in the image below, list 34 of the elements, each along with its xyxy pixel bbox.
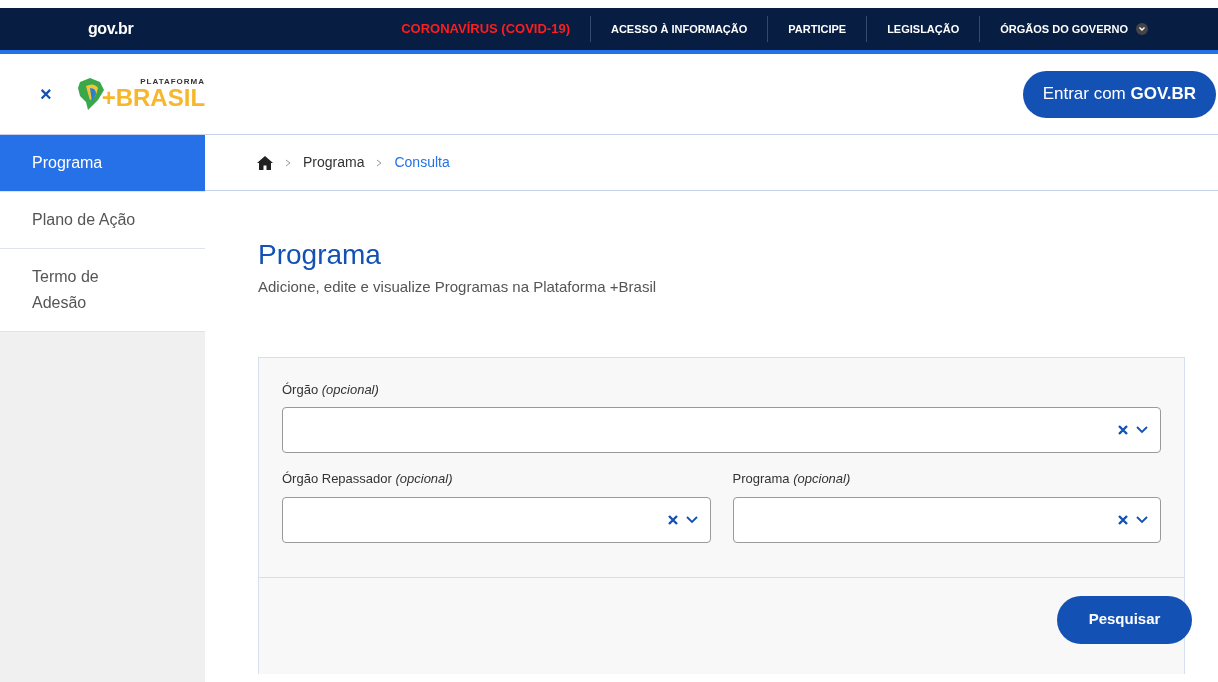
sidebar-item[interactable]: Programa	[0, 135, 205, 192]
page-subtitle: Adicione, edite e visualize Programas na Plataforma +Brasil	[258, 277, 658, 297]
logo-small-text: PLATAFORMA	[140, 78, 206, 86]
chevron-down-icon[interactable]	[685, 515, 698, 524]
sidebar-item[interactable]: Plano de Ação	[0, 192, 205, 249]
search-button[interactable]: Pesquisar	[1057, 595, 1192, 644]
clear-icon[interactable]	[1118, 514, 1128, 525]
clear-icon[interactable]	[667, 514, 678, 525]
select-field[interactable]	[732, 496, 1161, 543]
clear-icon[interactable]	[1118, 425, 1128, 435]
breadcrumb-link[interactable]: Consulta	[394, 152, 450, 173]
page-title: Programa	[258, 238, 382, 272]
breadcrumb-link[interactable]: Programa	[303, 152, 365, 173]
top-nav-link[interactable]: CORONAVÍRUS (COVID-19)	[401, 19, 570, 39]
chevron-right-icon	[376, 158, 383, 167]
chevron-down-icon[interactable]	[1136, 23, 1148, 35]
login-button[interactable]: Entrar com GOV.BR	[1022, 70, 1216, 118]
close-button[interactable]: ×	[40, 79, 52, 109]
top-nav-link[interactable]: ÓRGÃOS DO GOVERNO	[1000, 20, 1128, 38]
home-icon[interactable]	[257, 155, 273, 170]
top-nav-link[interactable]: LEGISLAÇÃO	[887, 20, 960, 38]
top-nav-link[interactable]: PARTICIPE	[788, 20, 847, 38]
select-field[interactable]	[282, 407, 1161, 453]
field-label: Órgão (opcional)	[282, 380, 379, 399]
select-field[interactable]	[282, 496, 711, 543]
field-label: Órgão Repassador (opcional)	[282, 470, 453, 488]
chevron-down-icon[interactable]	[1136, 515, 1148, 524]
top-nav-link[interactable]: ACESSO À INFORMAÇÃO	[611, 20, 748, 38]
logo-text: +BRASIL	[101, 86, 206, 110]
chevron-right-icon	[285, 158, 291, 167]
field-label: Programa (opcional)	[732, 470, 851, 488]
chevron-down-icon[interactable]	[1136, 426, 1148, 434]
govbr-logo[interactable]: gov.br	[88, 17, 134, 41]
sidebar-item[interactable]: Termo de Adesão	[0, 249, 205, 332]
